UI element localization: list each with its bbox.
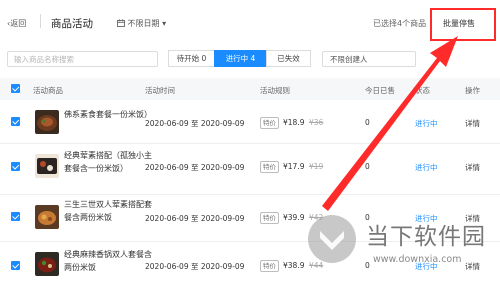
watermark-logo [308,215,356,263]
watermark-url: www.downxia.com [373,254,462,265]
watermark-brand: 当下软件园 [366,224,486,250]
